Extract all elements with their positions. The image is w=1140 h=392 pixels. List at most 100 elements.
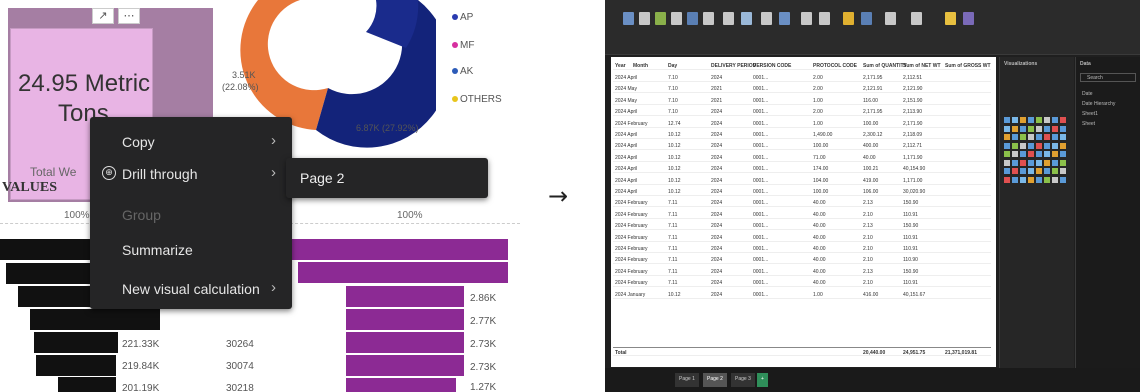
table-row[interactable]: 2024 May 7.10 2021 0001... 1.00 116.00 2,151.9…: [613, 96, 991, 105]
more-options-button[interactable]: ⋯: [118, 8, 140, 24]
visual-type-icon[interactable]: [1044, 125, 1050, 132]
table-row[interactable]: 2024 February 7.11 2024 0001... 40.00 2.13 150…: [613, 267, 991, 276]
visual-type-icon[interactable]: [1052, 176, 1058, 183]
table-row[interactable]: 2024 January 10.12 2024 0001... 1.00 416.00 40…: [613, 290, 991, 299]
visual-type-icon[interactable]: [1044, 134, 1050, 140]
visual-type-icon[interactable]: [1020, 168, 1026, 174]
visual-type-icon[interactable]: [1052, 142, 1058, 149]
visual-type-icon[interactable]: [1020, 125, 1026, 132]
visual-type-icon[interactable]: [1004, 151, 1010, 157]
funnel-bar[interactable]: [346, 355, 464, 376]
funnel-bar[interactable]: [298, 262, 508, 283]
visual-type-icon[interactable]: [1028, 159, 1034, 166]
ribbon-button[interactable]: [655, 12, 666, 25]
table-row[interactable]: 2024 April 10.12 2024 0001... 1,490.00 2,300.…: [613, 130, 991, 139]
ribbon-button[interactable]: [945, 12, 956, 25]
ribbon-button[interactable]: [623, 12, 634, 25]
legend-item-ap[interactable]: AP: [452, 12, 473, 23]
table-row[interactable]: 2024 April 10.12 2024 0001... 71.00 40.00 1,17…: [613, 153, 991, 162]
ribbon-button[interactable]: [639, 12, 650, 25]
visual-type-icon[interactable]: [1060, 159, 1066, 166]
visual-type-icon[interactable]: [1052, 117, 1058, 123]
visual-type-icon[interactable]: [1044, 142, 1050, 149]
menu-item-copy[interactable]: Copy ›: [90, 127, 292, 157]
funnel-bar[interactable]: [346, 286, 464, 307]
visual-type-icon[interactable]: [1052, 151, 1058, 157]
column-header[interactable]: VERSION CODE: [753, 63, 791, 69]
ribbon-button[interactable]: [779, 12, 790, 25]
funnel-bar[interactable]: [346, 378, 456, 392]
visual-type-icon[interactable]: [1036, 168, 1042, 174]
focus-mode-button[interactable]: ↗: [92, 8, 114, 24]
ribbon-button[interactable]: [911, 12, 922, 25]
funnel-bar[interactable]: [58, 377, 116, 392]
column-header[interactable]: Sum of NET WT: [903, 63, 941, 69]
visual-type-icon[interactable]: [1012, 125, 1018, 132]
visual-type-icon[interactable]: [1012, 159, 1018, 166]
visual-type-icon[interactable]: [1004, 142, 1010, 149]
column-header[interactable]: DELIVERY PERIOD: [711, 63, 756, 69]
visual-type-icon[interactable]: [1044, 176, 1050, 183]
page-tab-3[interactable]: Page 3: [731, 373, 755, 387]
visual-type-icon[interactable]: [1012, 134, 1018, 140]
visual-type-icon[interactable]: [1036, 159, 1042, 166]
ribbon-button[interactable]: [819, 12, 830, 25]
visual-type-icon[interactable]: [1052, 125, 1058, 132]
ribbon-button[interactable]: [741, 12, 752, 25]
visual-type-icon[interactable]: [1020, 134, 1026, 140]
visual-type-icon[interactable]: [1060, 176, 1066, 183]
ribbon-button[interactable]: [861, 12, 872, 25]
table-row[interactable]: 2024 April 7.10 2024 0001... 2.00 2,171.95 2,1…: [613, 73, 991, 82]
visual-type-icon[interactable]: [1028, 168, 1034, 174]
visual-type-icon[interactable]: [1028, 134, 1034, 140]
visual-type-icon[interactable]: [1052, 134, 1058, 140]
column-header[interactable]: Day: [668, 63, 677, 69]
visual-type-icon[interactable]: [1060, 134, 1066, 140]
add-page-button[interactable]: +: [757, 373, 768, 387]
visual-type-icon[interactable]: [1020, 159, 1026, 166]
data-field-item[interactable]: Date: [1082, 91, 1093, 97]
page-tab-1[interactable]: Page 1: [675, 373, 699, 387]
visual-type-icon[interactable]: [1036, 176, 1042, 183]
visual-type-icon[interactable]: [1004, 117, 1010, 123]
visual-type-icon[interactable]: [1020, 151, 1026, 157]
visual-type-icon[interactable]: [1004, 159, 1010, 166]
table-row[interactable]: 2024 February 7.11 2024 0001... 40.00 2.10 110…: [613, 244, 991, 253]
visual-type-icon[interactable]: [1020, 117, 1026, 123]
page-tab-2[interactable]: Page 2: [703, 373, 727, 387]
table-header-row[interactable]: Year Month Day DELIVERY PERIOD VERSION CODE P…: [613, 61, 991, 70]
column-header[interactable]: Month: [633, 63, 648, 69]
visual-type-icon[interactable]: [1028, 151, 1034, 157]
ribbon-button[interactable]: [885, 12, 896, 25]
table-row[interactable]: 2024 February 7.11 2024 0001... 40.00 2.10 110…: [613, 210, 991, 219]
visual-type-icon[interactable]: [1044, 117, 1050, 123]
table-row[interactable]: 2024 February 7.11 2024 0001... 40.00 2.13 150…: [613, 198, 991, 208]
ribbon-button[interactable]: [963, 12, 974, 25]
legend-item-ak[interactable]: AK: [452, 66, 473, 77]
ribbon-button[interactable]: [843, 12, 854, 25]
menu-item-new-visual-calculation[interactable]: New visual calculation ›: [90, 274, 292, 304]
legend-item-mf[interactable]: MF: [452, 40, 474, 51]
visual-type-icon[interactable]: [1060, 151, 1066, 157]
table-row[interactable]: 2024 February 7.11 2024 0001... 40.00 2.10 110…: [613, 233, 991, 242]
visual-type-icon[interactable]: [1044, 151, 1050, 157]
visual-type-icon[interactable]: [1004, 125, 1010, 132]
visual-type-icon[interactable]: [1028, 117, 1034, 123]
visual-type-icon[interactable]: [1060, 125, 1066, 132]
funnel-bar[interactable]: [36, 355, 116, 376]
column-header[interactable]: Year: [615, 63, 626, 69]
column-header[interactable]: Sum of GROSS WT: [945, 63, 991, 69]
funnel-bar[interactable]: [34, 332, 118, 353]
visual-type-icon[interactable]: [1036, 125, 1042, 132]
table-visual[interactable]: Year Month Day DELIVERY PERIOD VERSION CODE P…: [611, 57, 996, 367]
visual-type-icon[interactable]: [1060, 117, 1066, 123]
visual-type-icon[interactable]: [1004, 134, 1010, 140]
visual-type-icon[interactable]: [1060, 168, 1066, 174]
table-row[interactable]: 2024 April 10.12 2024 0001... 100.00 106.00 30…: [613, 187, 991, 196]
table-row[interactable]: 2024 April 7.10 2024 0001... 2.00 2,171.95 2,1…: [613, 107, 991, 117]
visual-type-icon[interactable]: [1052, 168, 1058, 174]
visual-type-icon[interactable]: [1060, 142, 1066, 149]
table-row[interactable]: 2024 April 10.12 2024 0001... 100.00 400.00 2,…: [613, 141, 991, 151]
table-row[interactable]: 2024 February 7.11 2024 0001... 40.00 2.10 110…: [613, 255, 991, 265]
table-row[interactable]: 2024 May 7.10 2021 0001... 2.00 2,121.91 2,121…: [613, 84, 991, 94]
